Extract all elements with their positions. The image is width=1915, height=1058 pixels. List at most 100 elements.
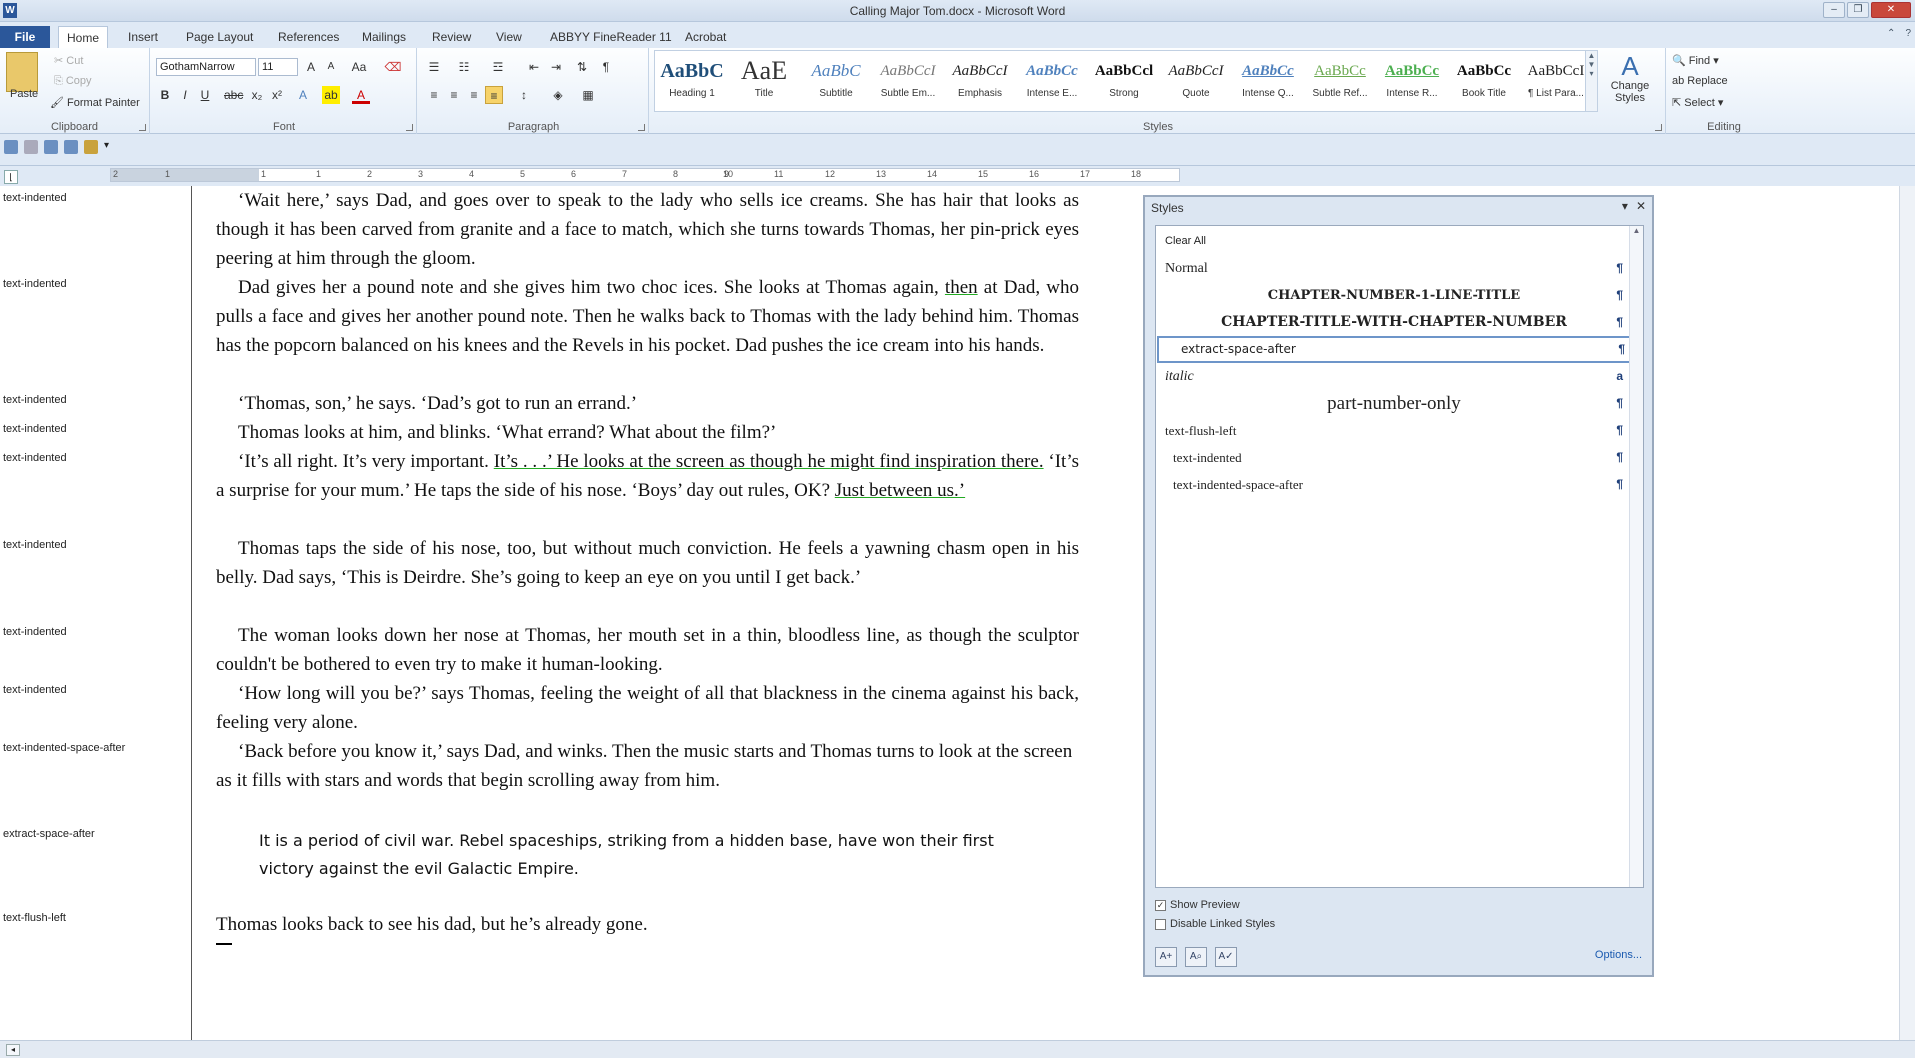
decrease-indent-icon[interactable]: ⇤ bbox=[525, 58, 543, 76]
horizontal-scrollbar[interactable]: ◂ bbox=[0, 1040, 1915, 1058]
italic-icon[interactable]: I bbox=[176, 86, 194, 104]
tab-selector-icon[interactable]: ⌊ bbox=[4, 170, 18, 184]
paragraph[interactable]: ‘It’s all right. It’s very important. It… bbox=[216, 447, 1079, 505]
cut-button[interactable]: ✂ Cut bbox=[54, 54, 83, 67]
change-case-icon[interactable]: Aa bbox=[350, 58, 368, 76]
tab-home[interactable]: Home bbox=[58, 26, 109, 48]
undo-icon[interactable] bbox=[24, 140, 38, 154]
pane-close-icon[interactable]: ✕ bbox=[1636, 199, 1646, 213]
style-chapter-number-1-line-title[interactable]: CHAPTER-NUMBER-1-LINE-TITLE ¶ bbox=[1159, 282, 1629, 309]
tab-acrobat[interactable]: Acrobat bbox=[677, 26, 734, 48]
find-button[interactable]: 🔍 Find ▾ bbox=[1672, 54, 1719, 67]
scroll-left-icon[interactable]: ◂ bbox=[6, 1044, 20, 1056]
style-normal[interactable]: Normal ¶ bbox=[1159, 255, 1629, 282]
superscript-icon[interactable]: x² bbox=[268, 86, 286, 104]
style-italic[interactable]: italic a bbox=[1159, 363, 1629, 390]
line-spacing-icon[interactable]: ↕ bbox=[515, 86, 533, 104]
style-heading-1[interactable]: AaBbC Heading 1 bbox=[657, 54, 727, 110]
shrink-font-icon[interactable]: A bbox=[322, 58, 340, 76]
bullets-icon[interactable]: ☰ bbox=[425, 58, 443, 76]
tab-review[interactable]: Review bbox=[424, 26, 479, 48]
style-part-number-only[interactable]: part-number-only ¶ bbox=[1159, 390, 1629, 417]
customize-toolbar-icon[interactable]: ▾ bbox=[104, 140, 109, 154]
gallery-scroll[interactable]: ▲ ▼ ▾ bbox=[1585, 51, 1597, 111]
highlight-icon[interactable]: ab bbox=[322, 86, 340, 104]
manage-styles-icon[interactable]: A✓ bbox=[1215, 947, 1237, 967]
disable-linked-styles-checkbox[interactable]: Disable Linked Styles bbox=[1155, 918, 1275, 930]
style-emphasis[interactable]: AaBbCcI Emphasis bbox=[945, 54, 1015, 110]
paste-button[interactable]: Paste bbox=[10, 88, 38, 100]
subscript-icon[interactable]: x₂ bbox=[248, 86, 266, 104]
format-painter-button[interactable]: 🖌 Format Painter bbox=[50, 96, 140, 109]
tab-abbyy[interactable]: ABBYY FineReader 11 bbox=[542, 26, 680, 48]
paragraph[interactable]: ‘Back before you know it,’ says Dad, and… bbox=[216, 737, 1079, 795]
style-text-flush-left[interactable]: text-flush-left ¶ bbox=[1159, 417, 1629, 444]
underline-icon[interactable]: U bbox=[196, 86, 214, 104]
paragraph[interactable]: ‘How long will you be?’ says Thomas, fee… bbox=[216, 679, 1079, 737]
quick-print-icon[interactable] bbox=[84, 140, 98, 154]
style-title[interactable]: AaE Title bbox=[729, 54, 799, 110]
minimize-ribbon-icon[interactable]: ⌃ bbox=[1887, 28, 1895, 39]
restore-button[interactable]: ❐ bbox=[1847, 2, 1869, 18]
style-subtle-reference[interactable]: AaBbCc Subtle Ref... bbox=[1305, 54, 1375, 110]
paragraph[interactable]: Thomas looks at him, and blinks. ‘What e… bbox=[216, 418, 1079, 447]
align-right-icon[interactable]: ≡ bbox=[465, 86, 483, 104]
pane-menu-icon[interactable]: ▾ bbox=[1622, 199, 1628, 213]
select-button[interactable]: ⇱ Select ▾ bbox=[1672, 96, 1723, 109]
numbering-icon[interactable]: ☷ bbox=[455, 58, 473, 76]
align-left-icon[interactable]: ≡ bbox=[425, 86, 443, 104]
strikethrough-icon[interactable]: abc bbox=[224, 86, 243, 104]
style-intense-quote[interactable]: AaBbCc Intense Q... bbox=[1233, 54, 1303, 110]
style-quote[interactable]: AaBbCcI Quote bbox=[1161, 54, 1231, 110]
style-book-title[interactable]: AaBbCc Book Title bbox=[1449, 54, 1519, 110]
bold-icon[interactable]: B bbox=[156, 86, 174, 104]
tab-page-layout[interactable]: Page Layout bbox=[178, 26, 261, 48]
style-text-indented-space-after[interactable]: text-indented-space-after ¶ bbox=[1159, 471, 1629, 498]
increase-indent-icon[interactable]: ⇥ bbox=[547, 58, 565, 76]
clipboard-launcher-icon[interactable] bbox=[139, 124, 146, 131]
help-icon[interactable]: ? bbox=[1905, 28, 1911, 39]
show-preview-checkbox[interactable]: ✓ Show Preview bbox=[1155, 899, 1240, 911]
clear-formatting-icon[interactable]: ⌫ bbox=[384, 58, 402, 76]
font-size-select[interactable]: 11 bbox=[258, 58, 298, 76]
styles-list-scrollbar[interactable]: ▲ bbox=[1629, 226, 1643, 887]
styles-launcher-icon[interactable] bbox=[1655, 124, 1662, 131]
align-center-icon[interactable]: ≡ bbox=[445, 86, 463, 104]
font-launcher-icon[interactable] bbox=[406, 124, 413, 131]
style-strong[interactable]: AaBbCcl Strong bbox=[1089, 54, 1159, 110]
paragraph[interactable]: ‘Thomas, son,’ he says. ‘Dad’s got to ru… bbox=[216, 389, 1079, 418]
tab-file[interactable]: File bbox=[0, 26, 50, 48]
sort-icon[interactable]: ⇅ bbox=[573, 58, 591, 76]
paragraph[interactable]: Thomas looks back to see his dad, but he… bbox=[216, 910, 1079, 939]
paragraph-launcher-icon[interactable] bbox=[638, 124, 645, 131]
style-chapter-title-with-chapter-number[interactable]: CHAPTER-TITLE-WITH-CHAPTER-NUMBER ¶ bbox=[1159, 309, 1629, 336]
font-name-select[interactable]: GothamNarrow bbox=[156, 58, 256, 76]
paragraph[interactable]: ‘Wait here,’ says Dad, and goes over to … bbox=[216, 186, 1079, 273]
paragraph[interactable]: The woman looks down her nose at Thomas,… bbox=[216, 621, 1079, 679]
tab-insert[interactable]: Insert bbox=[120, 26, 166, 48]
style-extract-space-after[interactable]: extract-space-after ¶ bbox=[1157, 336, 1633, 363]
change-styles-button[interactable]: A Change Styles bbox=[1606, 52, 1654, 112]
copy-button[interactable]: ⎘ Copy bbox=[54, 75, 92, 88]
justify-icon[interactable]: ≡ bbox=[485, 86, 503, 104]
borders-icon[interactable]: ▦ bbox=[579, 86, 597, 104]
tab-view[interactable]: View bbox=[488, 26, 530, 48]
tab-mailings[interactable]: Mailings bbox=[354, 26, 414, 48]
paragraph[interactable]: Dad gives her a pound note and she gives… bbox=[216, 273, 1079, 360]
style-intense-reference[interactable]: AaBbCc Intense R... bbox=[1377, 54, 1447, 110]
show-formatting-icon[interactable]: ¶ bbox=[597, 58, 615, 76]
style-subtitle[interactable]: AaBbC Subtitle bbox=[801, 54, 871, 110]
style-inspector-icon[interactable]: A⌕ bbox=[1185, 947, 1207, 967]
close-button[interactable]: ✕ bbox=[1871, 2, 1911, 18]
style-intense-emphasis[interactable]: AaBbCc Intense E... bbox=[1017, 54, 1087, 110]
style-subtle-emphasis[interactable]: AaBbCcI Subtle Em... bbox=[873, 54, 943, 110]
tab-references[interactable]: References bbox=[270, 26, 347, 48]
replace-button[interactable]: ab Replace bbox=[1672, 75, 1728, 87]
paragraph[interactable]: Thomas taps the side of his nose, too, b… bbox=[216, 534, 1079, 592]
grow-font-icon[interactable]: A bbox=[302, 58, 320, 76]
horizontal-ruler[interactable]: 2 1 1 1 2 3 4 5 6 7 8 9 10 11 12 13 14 1… bbox=[110, 168, 1180, 182]
minimize-button[interactable]: – bbox=[1823, 2, 1845, 18]
save-icon[interactable] bbox=[4, 140, 18, 154]
shading-icon[interactable]: ◈ bbox=[549, 86, 567, 104]
print-preview-icon[interactable] bbox=[64, 140, 78, 154]
